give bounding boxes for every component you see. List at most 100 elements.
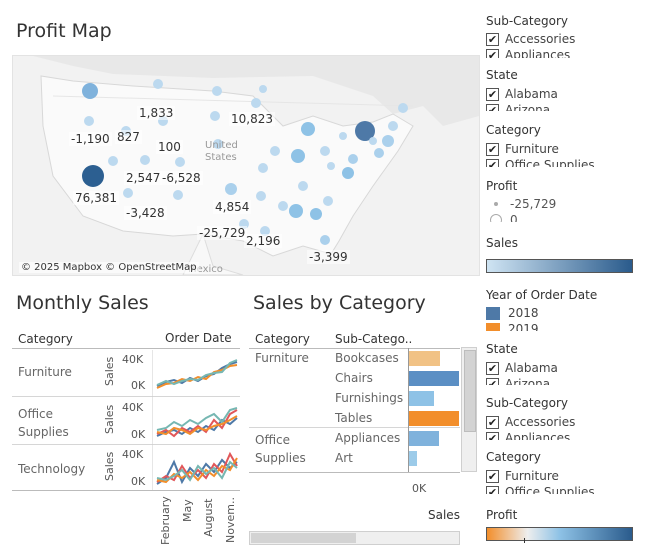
filter-item[interactable]: ✔ Furniture [486, 141, 646, 157]
legend-category-2: Category ✔ Furniture ✔ Office Supplies [486, 450, 646, 494]
bar-chairs[interactable] [409, 371, 459, 386]
legend-profit-ramp: Profit [486, 508, 646, 543]
sbc-x-tick: 0K [412, 482, 427, 495]
x-tick: February [159, 496, 172, 545]
checkbox[interactable]: ✔ [486, 142, 499, 156]
legend-category: Category ✔ Furniture ✔ Office Supplies [486, 123, 646, 167]
checkbox[interactable]: ✔ [486, 485, 499, 494]
sbc-vertical-scrollbar[interactable] [461, 347, 477, 472]
checkbox[interactable]: ✔ [486, 377, 499, 385]
x-tick: August [202, 498, 215, 538]
year-item[interactable]: 2018 [486, 305, 646, 321]
map-label: 10,823 [229, 112, 275, 126]
sbc-sub-art: Art [335, 451, 353, 465]
state-circle [82, 83, 98, 99]
tick: 0K [131, 379, 146, 392]
filter-item[interactable]: ✔ Office Supplies [486, 157, 646, 167]
checkbox[interactable]: ✔ [486, 87, 499, 101]
sales-color-ramp [486, 259, 633, 273]
tick: 0K [131, 428, 146, 441]
bar-furnishings[interactable] [409, 391, 434, 406]
filter-item[interactable]: ✔ Alabama [486, 360, 646, 376]
legend-sales: Sales [486, 236, 646, 273]
map-label: 100 [156, 140, 183, 154]
map-attribution[interactable]: © 2025 Mapbox © OpenStreetMap [19, 262, 199, 273]
checkbox[interactable]: ✔ [486, 415, 499, 429]
legend-subcategory2-title: Sub-Category [486, 396, 568, 410]
filter-item[interactable]: ✔ Arizona [486, 376, 646, 385]
sbc-col-category: Category [255, 332, 310, 346]
sbc-sub-appliances: Appliances [335, 431, 401, 445]
color-swatch [486, 306, 500, 320]
bar-bookcases[interactable] [409, 351, 440, 366]
sbc-sub-chairs: Chairs [335, 371, 373, 385]
checkbox[interactable]: ✔ [486, 48, 499, 58]
map-country-label: United States [205, 140, 238, 163]
filter-item[interactable]: ✔ Accessories [486, 414, 646, 430]
sbc-col-subcategory[interactable]: Sub-Catego.. [335, 332, 412, 346]
monthly-col-category: Category [18, 332, 73, 346]
profit-map-title: Profit Map [16, 20, 112, 42]
map-label: -1,190 [69, 132, 112, 146]
filter-item[interactable]: ✔ Furniture [486, 468, 646, 484]
checkbox[interactable]: ✔ [486, 469, 499, 483]
map-label: 2,547 [124, 171, 163, 185]
filter-item[interactable]: ✔ Arizona [486, 102, 646, 111]
map-label: 827 [115, 130, 142, 144]
checkbox[interactable]: ✔ [486, 158, 499, 167]
checkbox[interactable]: ✔ [486, 361, 499, 375]
sbc-sub-tables: Tables [335, 411, 373, 425]
checkbox[interactable]: ✔ [486, 32, 499, 46]
sbc-horizontal-scrollbar[interactable] [249, 531, 460, 545]
legend-state-list[interactable]: ✔ Alabama ✔ Arizona [486, 86, 646, 111]
monthly-category-office-supplies: Office Supplies [18, 407, 69, 439]
filter-item[interactable]: ✔ Alabama [486, 86, 646, 102]
profit-map[interactable]: United States Mexico 1,833 -1,190 827 10… [12, 55, 480, 276]
sales-by-category-title: Sales by Category [253, 292, 426, 314]
tick: 40K [122, 401, 144, 414]
map-label: -3,428 [124, 206, 167, 220]
filter-item[interactable]: ✔ Office Supplies [486, 484, 646, 494]
legend-state-title: State [486, 68, 518, 82]
checkbox[interactable]: ✔ [486, 103, 499, 111]
filter-item[interactable]: ✔ Appliances [486, 47, 646, 58]
monthly-axis-label: Sales [103, 451, 116, 481]
legend-state2-title: State [486, 342, 518, 356]
x-tick: May [181, 499, 194, 522]
legend-profit-sizes: -25,729 0 [486, 196, 646, 222]
size-circle-icon [490, 214, 502, 222]
map-label: 76,381 [73, 191, 119, 205]
profit-color-ramp [486, 527, 633, 543]
legend-subcategory-list[interactable]: ✔ Accessories ✔ Appliances [486, 31, 646, 58]
legend-state2-list[interactable]: ✔ Alabama ✔ Arizona [486, 360, 646, 385]
year-item[interactable]: 2019 [486, 321, 646, 331]
legend-subcategory2-list[interactable]: ✔ Accessories ✔ Appliances [486, 414, 646, 440]
filter-item[interactable]: ✔ Accessories [486, 31, 646, 47]
monthly-category-furniture: Furniture [18, 365, 72, 379]
sbc-sub-furnishings: Furnishings [335, 391, 404, 405]
legend-sales-title: Sales [486, 236, 518, 250]
monthly-axis-label: Sales [103, 404, 116, 434]
sbc-category-office-supplies: Office Supplies [255, 433, 306, 465]
sbc-bar-area[interactable] [409, 349, 459, 471]
checkbox[interactable]: ✔ [486, 431, 499, 440]
x-tick: Novem.. [224, 497, 237, 543]
filter-item[interactable]: ✔ Appliances [486, 430, 646, 440]
size-dot-icon [494, 202, 498, 206]
bar-appliances[interactable] [409, 431, 439, 446]
legend-panel-upper: Sub-Category ✔ Accessories ✔ Appliances [486, 14, 646, 58]
legend-category-list[interactable]: ✔ Furniture ✔ Office Supplies [486, 141, 646, 167]
legend-category2-title: Category [486, 450, 541, 464]
sbc-x-label: Sales [428, 508, 460, 522]
legend-subcategory-title: Sub-Category [486, 14, 568, 28]
bar-tables[interactable] [409, 411, 459, 426]
legend-profit-ramp-title: Profit [486, 508, 518, 522]
scroll-thumb[interactable] [464, 350, 476, 432]
bar-art[interactable] [409, 451, 417, 466]
legend-category2-list[interactable]: ✔ Furniture ✔ Office Supplies [486, 468, 646, 494]
legend-year-list[interactable]: 2018 2019 [486, 305, 646, 331]
monthly-sales-title: Monthly Sales [16, 292, 149, 314]
ramp-zero-marker [524, 538, 525, 543]
scroll-thumb[interactable] [251, 533, 356, 543]
legend-year: Year of Order Date 2018 2019 [486, 288, 646, 331]
